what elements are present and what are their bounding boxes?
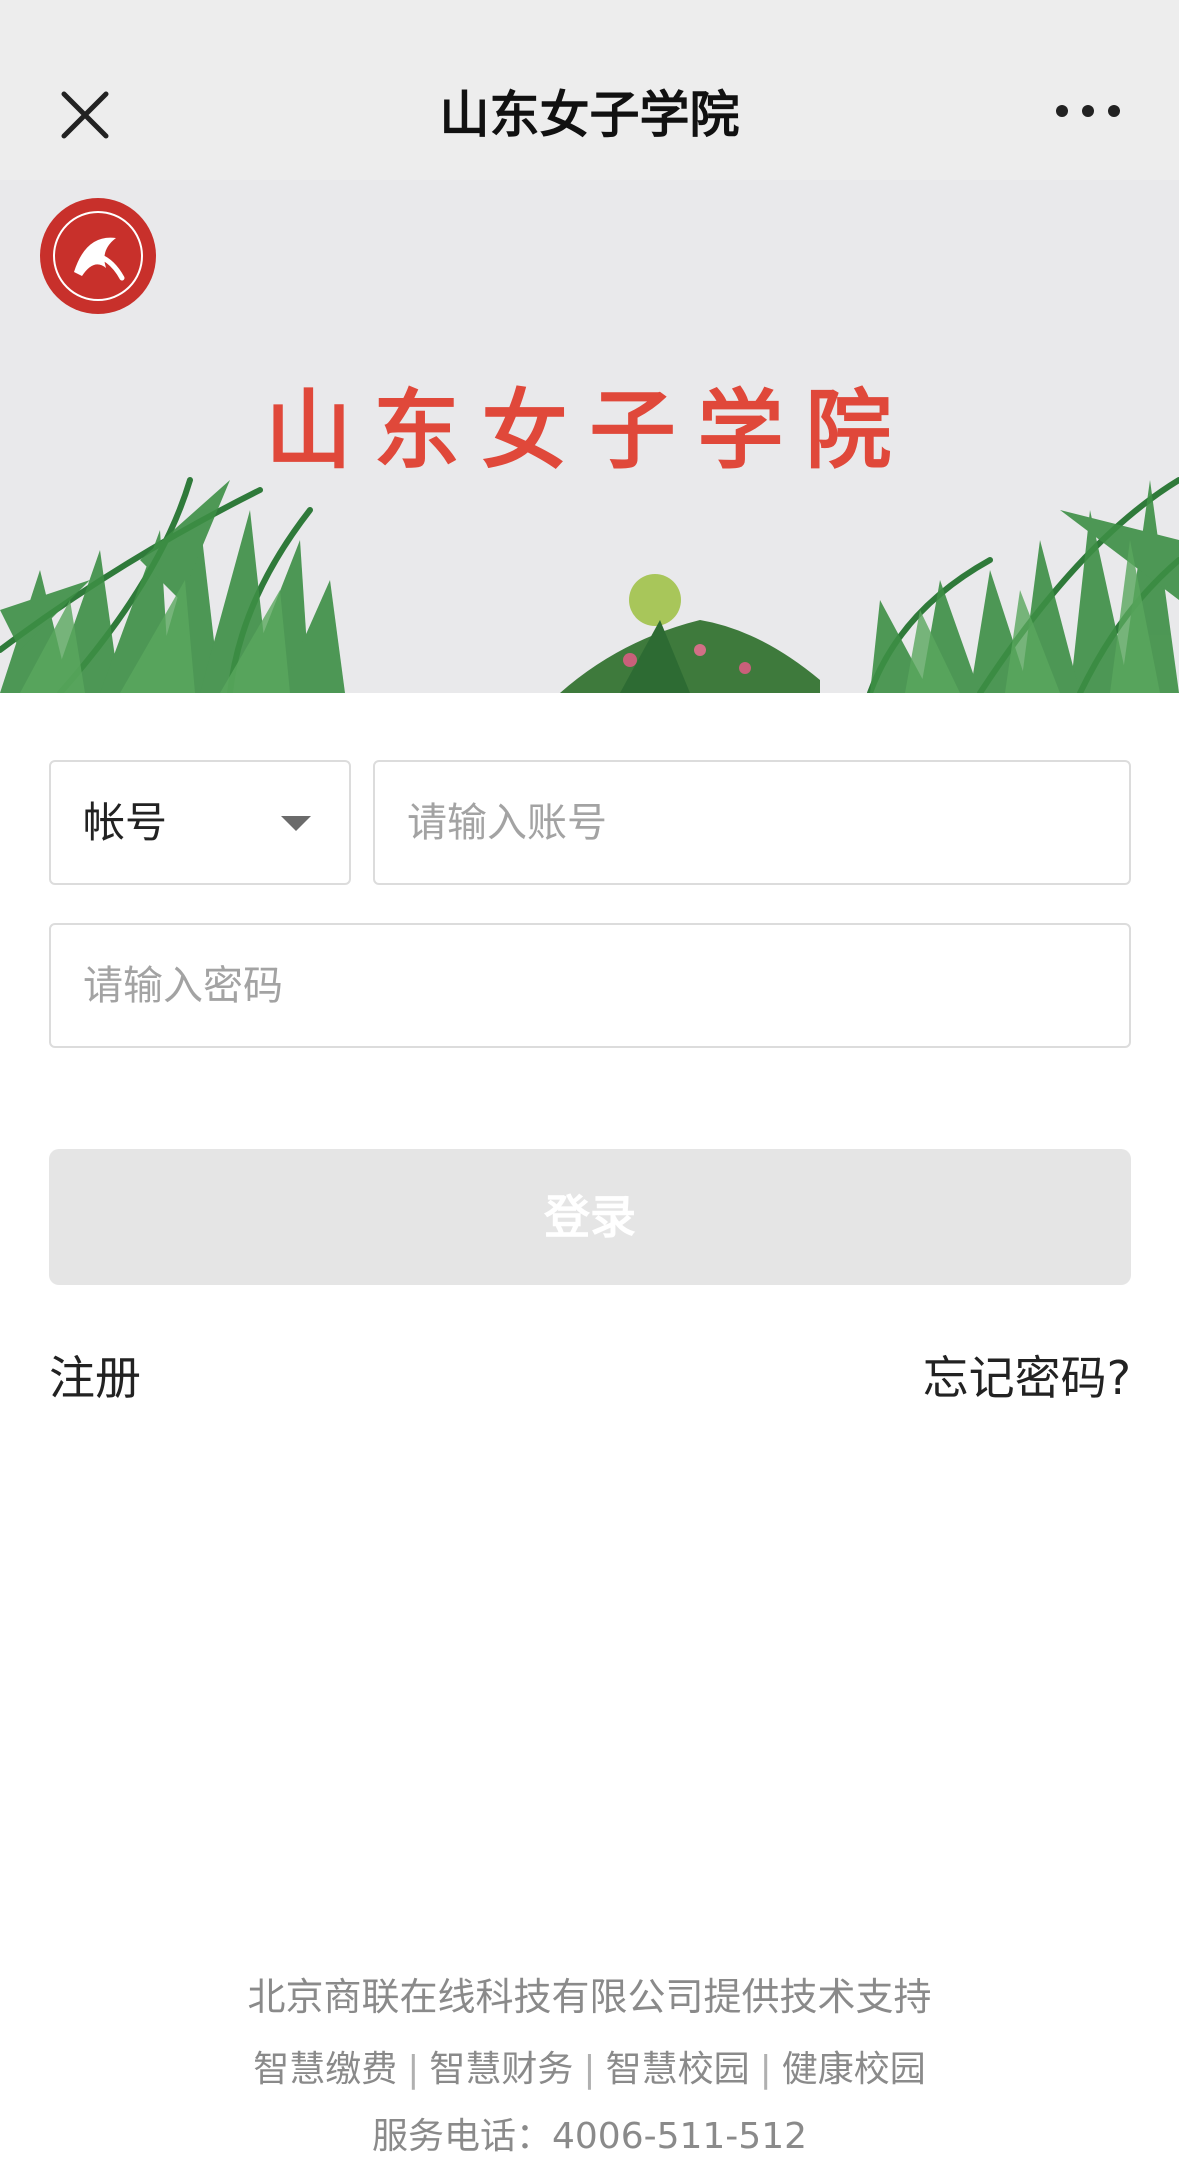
more-icon[interactable]	[1052, 96, 1124, 126]
tech-support-text: 北京商联在线科技有限公司提供技术支持	[247, 1975, 932, 2019]
banner-title: 山东女子学院	[265, 380, 914, 481]
divider: |	[583, 2049, 596, 2090]
password-input[interactable]	[51, 925, 1129, 1046]
login-button[interactable]: 登录	[49, 1149, 1131, 1285]
register-link[interactable]: 注册	[49, 1342, 141, 1408]
account-type-label: 帐号	[83, 798, 168, 847]
account-input[interactable]	[375, 762, 1129, 883]
account-field[interactable]	[373, 760, 1131, 885]
page-title: 山东女子学院	[439, 86, 740, 144]
service-link[interactable]: 健康校园	[782, 2049, 926, 2090]
account-type-select[interactable]: 帐号	[49, 760, 351, 885]
service-link[interactable]: 智慧财务	[429, 2049, 573, 2090]
caret-down-icon	[281, 816, 311, 831]
service-links: 智慧缴费 | 智慧财务 | 智慧校园 | 健康校园	[0, 2040, 1179, 2092]
password-field[interactable]	[49, 923, 1131, 1048]
service-link[interactable]: 智慧校园	[606, 2049, 750, 2090]
forgot-password-link[interactable]: 忘记密码?	[923, 1342, 1131, 1408]
divider: |	[759, 2049, 772, 2090]
top-navigation-bar: 山东女子学院	[0, 0, 1179, 180]
university-logo-icon	[36, 194, 160, 318]
service-link[interactable]: 智慧缴费	[253, 2049, 397, 2090]
banner-image: 山东女子学院	[0, 180, 1179, 693]
divider: |	[407, 2049, 420, 2090]
service-phone: 服务电话：4006-511-512	[371, 2116, 808, 2157]
